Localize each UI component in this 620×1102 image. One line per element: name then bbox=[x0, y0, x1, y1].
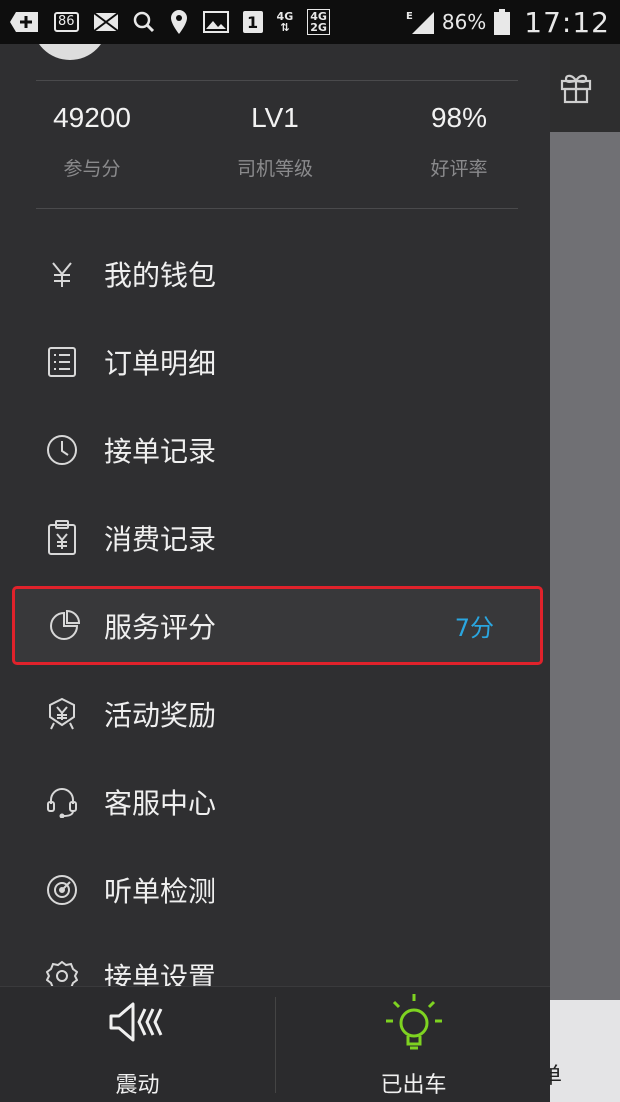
lightbulb-icon bbox=[382, 991, 446, 1061]
network-4g-2g-label: 4G 2G bbox=[307, 9, 330, 35]
bottom-bar: 震动 已出车 bbox=[0, 986, 550, 1102]
vibrate-label: 震动 bbox=[115, 1073, 160, 1098]
menu-label: 听单检测 bbox=[104, 875, 217, 908]
mail-icon bbox=[92, 12, 119, 32]
on-duty-button[interactable]: 已出车 bbox=[276, 987, 551, 1102]
stat-label: 好评率 bbox=[430, 158, 488, 180]
search-icon bbox=[133, 11, 155, 33]
menu-label: 接单设置 bbox=[104, 961, 217, 986]
menu-label: 客服中心 bbox=[104, 787, 217, 820]
battery-percent: 86% bbox=[441, 10, 487, 34]
menu-item-order-settings[interactable]: 接单设置 bbox=[0, 932, 550, 986]
background-map-overlay bbox=[550, 132, 620, 1102]
stat-participation-score: 49200 参与分 bbox=[22, 102, 162, 181]
location-icon bbox=[169, 9, 189, 35]
menu-item-customer-service[interactable]: 客服中心 bbox=[0, 758, 550, 846]
divider bbox=[36, 80, 518, 81]
headset-icon bbox=[44, 784, 80, 820]
menu-label: 我的钱包 bbox=[104, 259, 217, 292]
menu-item-spending-history[interactable]: 消费记录 bbox=[0, 494, 550, 582]
clock-time: 17:12 bbox=[524, 5, 610, 39]
stat-positive-rate: 98% 好评率 bbox=[389, 102, 529, 181]
menu-label: 服务评分 bbox=[104, 610, 217, 644]
menu-label: 接单记录 bbox=[104, 435, 217, 468]
sim-one-icon: 1 bbox=[242, 11, 263, 33]
stat-value: 98% bbox=[430, 102, 488, 133]
menu-item-listening-test[interactable]: 听单检测 bbox=[0, 846, 550, 934]
driver-stats: 49200 参与分 LV1 司机等级 98% 好评率 bbox=[0, 102, 550, 202]
list-icon bbox=[44, 344, 80, 380]
menu-label: 活动奖励 bbox=[104, 699, 217, 732]
menu-label: 消费记录 bbox=[104, 523, 217, 556]
clock-icon bbox=[44, 432, 80, 468]
network-4g-label: 4G ⇅ bbox=[276, 10, 294, 34]
vibrate-button[interactable]: 震动 bbox=[0, 987, 275, 1102]
add-notification-icon bbox=[10, 10, 40, 34]
stat-value: LV1 bbox=[251, 102, 299, 133]
menu-item-order-details[interactable]: 订单明细 bbox=[0, 318, 550, 406]
pie-chart-icon bbox=[46, 608, 82, 644]
battery-icon bbox=[494, 9, 511, 35]
reward-badge-icon bbox=[44, 696, 80, 732]
on-duty-label: 已出车 bbox=[380, 1073, 447, 1098]
stat-driver-level: LV1 司机等级 bbox=[205, 102, 345, 181]
signal-icon: E bbox=[406, 10, 434, 34]
menu-item-wallet[interactable]: 我的钱包 bbox=[0, 230, 550, 318]
gear-icon bbox=[44, 958, 80, 986]
divider bbox=[36, 208, 518, 209]
gallery-icon bbox=[202, 11, 229, 33]
notification-count-badge: 86 bbox=[54, 12, 79, 32]
service-score-value: 7分 bbox=[454, 614, 494, 642]
yuan-icon bbox=[44, 256, 80, 292]
stat-value: 49200 bbox=[53, 102, 131, 133]
receipt-icon bbox=[44, 520, 80, 556]
menu-item-activity-rewards[interactable]: 活动奖励 bbox=[0, 670, 550, 758]
status-bar: 86 1 4G ⇅ 4G 2G E 86% 17:12 bbox=[0, 0, 620, 44]
stat-label: 司机等级 bbox=[236, 158, 313, 180]
menu-item-order-history[interactable]: 接单记录 bbox=[0, 406, 550, 494]
network-e-label: E bbox=[406, 11, 413, 22]
navigation-drawer: 49200 参与分 LV1 司机等级 98% 好评率 我的钱包 订单明细 接单记… bbox=[0, 44, 550, 986]
stat-label: 参与分 bbox=[63, 158, 121, 180]
menu-label: 订单明细 bbox=[104, 347, 217, 380]
radar-icon bbox=[44, 872, 80, 908]
vibrate-speaker-icon bbox=[105, 997, 171, 1051]
gift-icon[interactable] bbox=[558, 68, 594, 108]
menu-item-service-rating[interactable]: 服务评分 7分 bbox=[12, 586, 543, 665]
avatar[interactable] bbox=[32, 44, 108, 60]
